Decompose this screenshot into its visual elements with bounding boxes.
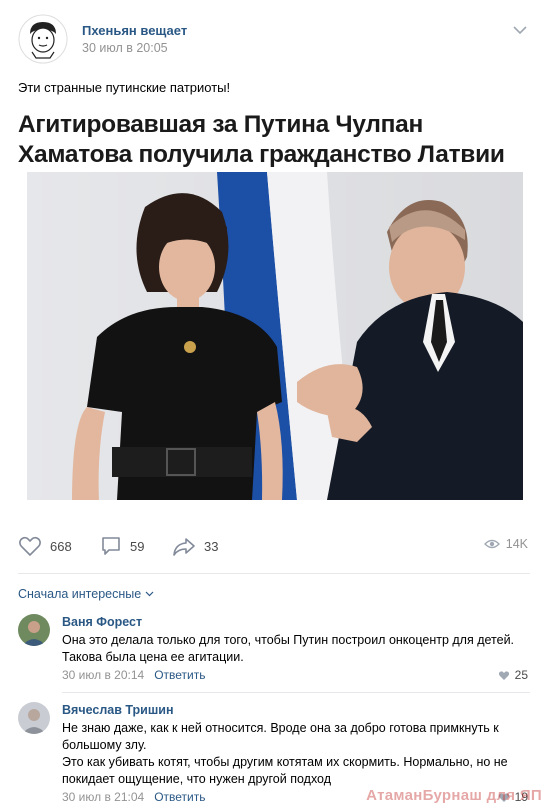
divider [62, 692, 530, 693]
commenter-name[interactable]: Ваня Форест [62, 615, 142, 629]
comment-text: Она это делала только для того, чтобы Пу… [62, 633, 515, 664]
reply-button[interactable]: Ответить [154, 668, 205, 682]
sort-label: Сначала интересные [18, 587, 142, 601]
views-counter: 14K [483, 537, 528, 551]
comment-icon [102, 537, 120, 555]
post-actions-bar: 668 59 33 14K [0, 530, 548, 564]
headline-line-2: Хаматова получила гражданство Латвии [18, 141, 505, 168]
comment-paragraph: Это как убивать котят, чтобы другим котя… [62, 755, 508, 786]
comment-like-count: 25 [514, 668, 528, 682]
eye-icon [483, 539, 500, 549]
chevron-down-icon[interactable] [512, 24, 528, 36]
like-count: 668 [50, 538, 72, 554]
post-text: Эти странные путинские патриоты! [18, 80, 231, 95]
comment-time[interactable]: 30 июл в 21:04 [62, 790, 144, 804]
post-author-name[interactable]: Пхеньян вещает [82, 23, 187, 38]
avatar-image [18, 614, 50, 646]
commenter-avatar[interactable] [18, 614, 50, 646]
commenter-avatar[interactable] [18, 702, 50, 734]
post-photo[interactable] [27, 172, 523, 500]
avatar-image [18, 702, 50, 734]
chevron-down-icon [145, 591, 154, 597]
comment-like-button[interactable]: 25 [498, 668, 528, 682]
post-header: Пхеньян вещает 30 июл в 20:05 [0, 0, 548, 70]
heart-icon [19, 536, 41, 557]
divider [18, 573, 530, 574]
article-headline: Агитировавшая за Путина Чулпан Хаматова … [18, 110, 533, 170]
heart-icon [498, 670, 509, 680]
headline-line-1: Агитировавшая за Путина Чулпан [18, 111, 423, 138]
comment-button[interactable]: 59 [100, 535, 144, 557]
caricature-avatar-image [18, 14, 68, 64]
post-timestamp[interactable]: 30 июл в 20:05 [82, 41, 168, 55]
comment-meta: 30 июл в 21:04 Ответить [62, 790, 206, 804]
photo-illustration [27, 172, 523, 500]
reply-button[interactable]: Ответить [154, 790, 205, 804]
share-icon [173, 538, 195, 556]
comments-sort-dropdown[interactable]: Сначала интересные [18, 587, 154, 601]
comment-meta: 30 июл в 20:14 Ответить [62, 668, 206, 682]
comment-count: 59 [130, 538, 145, 554]
watermark: АтаманБурнаш для ЯП [366, 787, 542, 804]
share-count: 33 [204, 538, 219, 554]
commenter-name[interactable]: Вячеслав Тришин [62, 703, 174, 717]
author-avatar[interactable] [18, 14, 68, 64]
like-button[interactable]: 668 [18, 535, 72, 557]
comment-paragraph: Не знаю даже, как к ней относится. Вроде… [62, 721, 499, 752]
share-button[interactable]: 33 [172, 535, 218, 557]
comment-text: Не знаю даже, как к ней относится. Вроде… [62, 720, 532, 788]
comment-time[interactable]: 30 июл в 20:14 [62, 668, 144, 682]
views-count: 14K [505, 537, 528, 551]
